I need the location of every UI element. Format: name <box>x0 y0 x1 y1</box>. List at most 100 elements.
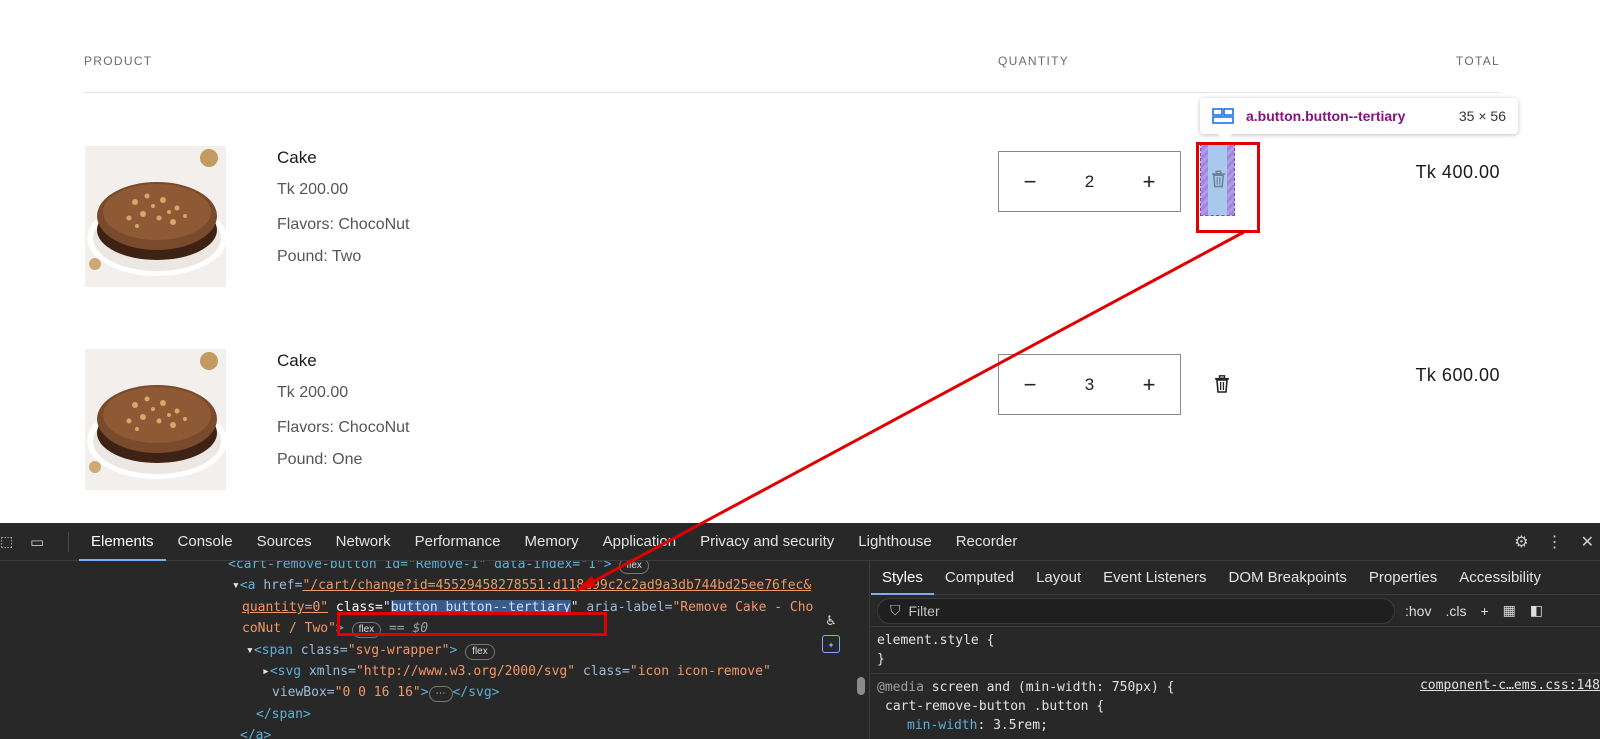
flex-badge[interactable]: flex <box>619 561 649 574</box>
accessibility-icon[interactable]: ♿ <box>826 611 835 629</box>
devtools-tabbar: ⬚ ▭ Elements Console Sources Network Per… <box>0 523 1600 561</box>
dom-node-line[interactable]: viewBox="0 0 16 16"> ⋯ </svg> <box>272 685 500 702</box>
ai-assist-icon[interactable]: ✦ <box>822 635 840 653</box>
filter-icon: ⛉ <box>890 602 901 618</box>
cart-item: Cake Tk 200.00 Flavors: ChocoNut Pound: … <box>0 349 1600 499</box>
code-attr: xmlns= <box>308 664 356 679</box>
tab-performance[interactable]: Performance <box>403 523 513 561</box>
filter-row: ⛉ :hov .cls + ▦ ◧ <box>871 595 1600 627</box>
code-value: "0 0 16 16" <box>334 685 421 700</box>
dom-node-line[interactable]: </span> <box>256 707 311 722</box>
tab-styles[interactable]: Styles <box>871 561 934 595</box>
styles-tabbar: Styles Computed Layout Event Listeners D… <box>871 561 1600 595</box>
media-rule: screen and (min-width: 750px) { <box>931 680 1175 695</box>
tab-accessibility[interactable]: Accessibility <box>1448 561 1552 595</box>
sidebar-toggle-icon[interactable]: ◧ <box>1530 602 1543 619</box>
product-pound: Pound: Two <box>277 248 362 265</box>
product-price: Tk 200.00 <box>277 181 349 198</box>
devtools-panel: ⬚ ▭ Elements Console Sources Network Per… <box>0 523 1600 739</box>
product-image[interactable] <box>85 349 226 490</box>
dom-node-line[interactable]: ▾<span class="svg-wrapper"> flex <box>246 643 495 660</box>
tab-privacy-security[interactable]: Privacy and security <box>688 523 846 561</box>
rule-selector[interactable]: cart-remove-button .button { <box>877 697 1594 716</box>
more-icon[interactable]: ⋮ <box>1547 532 1563 552</box>
tab-memory[interactable]: Memory <box>513 523 591 561</box>
product-image[interactable] <box>85 146 226 287</box>
code-text: <cart-remove-button id="Remove-1" data-i… <box>228 561 612 572</box>
paint-icon[interactable]: ▦ <box>1503 602 1516 619</box>
flex-badge[interactable]: flex <box>465 644 495 660</box>
close-icon[interactable]: ✕ <box>1581 532 1594 552</box>
product-name[interactable]: Cake <box>277 148 317 168</box>
tab-network[interactable]: Network <box>324 523 403 561</box>
style-rules: element.style { } @media screen and (min… <box>871 627 1600 739</box>
minus-icon[interactable]: − <box>1019 170 1041 193</box>
hov-toggle[interactable]: :hov <box>1405 603 1431 619</box>
css-property[interactable]: min-width <box>907 718 977 733</box>
device-toolbar-icon[interactable]: ▭ <box>30 533 60 551</box>
cls-toggle[interactable]: .cls <box>1445 603 1466 619</box>
code-attr: href= <box>263 578 303 593</box>
dom-node-line[interactable]: </a> <box>240 728 271 739</box>
code-tag: > <box>449 643 458 658</box>
tab-lighthouse[interactable]: Lighthouse <box>846 523 943 561</box>
collapsed-ellipsis[interactable]: ⋯ <box>428 686 453 702</box>
tab-layout[interactable]: Layout <box>1025 561 1092 595</box>
product-flavor: Flavors: ChocoNut <box>277 419 410 436</box>
tooltip-selector: a.button.button--tertiary <box>1246 108 1406 124</box>
minus-icon[interactable]: − <box>1019 373 1041 396</box>
media-keyword: @media <box>877 680 924 695</box>
expand-triangle-icon[interactable]: ▾ <box>246 643 254 658</box>
tab-properties[interactable]: Properties <box>1358 561 1448 595</box>
dom-node-line[interactable]: ▾<a href="/cart/change?id=45529458278551… <box>232 578 811 593</box>
settings-icon[interactable]: ⚙ <box>1514 532 1528 552</box>
quantity-input[interactable]: 2 <box>1085 172 1094 192</box>
elements-tree: <cart-remove-button id="Remove-1" data-i… <box>0 561 870 739</box>
tab-recorder[interactable]: Recorder <box>944 523 1030 561</box>
header-divider <box>84 92 1500 93</box>
code-attr: viewBox= <box>272 685 335 700</box>
css-declaration[interactable]: min-width: 3.5rem; <box>877 716 1594 735</box>
tab-computed[interactable]: Computed <box>934 561 1025 595</box>
plus-icon[interactable]: + <box>1138 373 1160 396</box>
css-value[interactable]: : 3.5rem; <box>977 718 1047 733</box>
expand-triangle-icon[interactable]: ▾ <box>232 578 240 593</box>
code-value: "http://www.w3.org/2000/svg" <box>355 664 576 679</box>
scrollbar-thumb[interactable] <box>857 677 865 695</box>
tab-elements[interactable]: Elements <box>79 523 166 561</box>
code-link[interactable]: "/cart/change?id=45529458278551:d118c99c… <box>302 578 811 593</box>
tab-console[interactable]: Console <box>166 523 245 561</box>
code-value: "Remove Cake - Cho <box>672 600 814 615</box>
add-rule-icon[interactable]: + <box>1480 603 1488 619</box>
annotation-box <box>1196 142 1260 233</box>
quantity-input[interactable]: 3 <box>1085 375 1094 395</box>
styles-pane: Styles Computed Layout Event Listeners D… <box>871 561 1600 739</box>
plus-icon[interactable]: + <box>1138 170 1160 193</box>
collapse-triangle-icon[interactable]: ▸ <box>262 664 270 679</box>
divider <box>871 673 1600 674</box>
code-tag: <span <box>253 643 293 658</box>
filter-input[interactable] <box>908 602 1329 619</box>
code-tag: </span> <box>256 707 311 722</box>
element-style-selector[interactable]: element.style { <box>877 631 1594 650</box>
rule-close: } <box>877 652 885 667</box>
code-link[interactable]: quantity=0" <box>242 600 328 615</box>
filter-tools: :hov .cls + ▦ ◧ <box>1405 602 1543 619</box>
scrollbar[interactable] <box>857 575 865 735</box>
tab-dom-breakpoints[interactable]: DOM Breakpoints <box>1218 561 1358 595</box>
stylesheet-link[interactable]: component-c…ems.css:148 <box>1420 678 1600 693</box>
remove-button[interactable] <box>1212 373 1232 395</box>
inspect-icon[interactable]: ⬚ <box>0 533 20 550</box>
tab-event-listeners[interactable]: Event Listeners <box>1092 561 1217 595</box>
dom-node-line[interactable]: ▸<svg xmlns="http://www.w3.org/2000/svg"… <box>262 664 771 679</box>
tab-application[interactable]: Application <box>591 523 688 561</box>
tooltip-size: 35 × 56 <box>1458 108 1506 124</box>
cart-item: Cake Tk 200.00 Flavors: ChocoNut Pound: … <box>0 146 1600 296</box>
code-value: "icon icon-remove" <box>629 664 771 679</box>
dom-node-line[interactable]: <cart-remove-button id="Remove-1" data-i… <box>228 561 649 574</box>
layout-icon <box>1212 108 1234 124</box>
code-value: coNut / Two" <box>242 621 336 636</box>
tab-sources[interactable]: Sources <box>245 523 324 561</box>
product-name[interactable]: Cake <box>277 351 317 371</box>
devtools-actions: ⚙ ⋮ ✕ <box>1514 523 1600 561</box>
